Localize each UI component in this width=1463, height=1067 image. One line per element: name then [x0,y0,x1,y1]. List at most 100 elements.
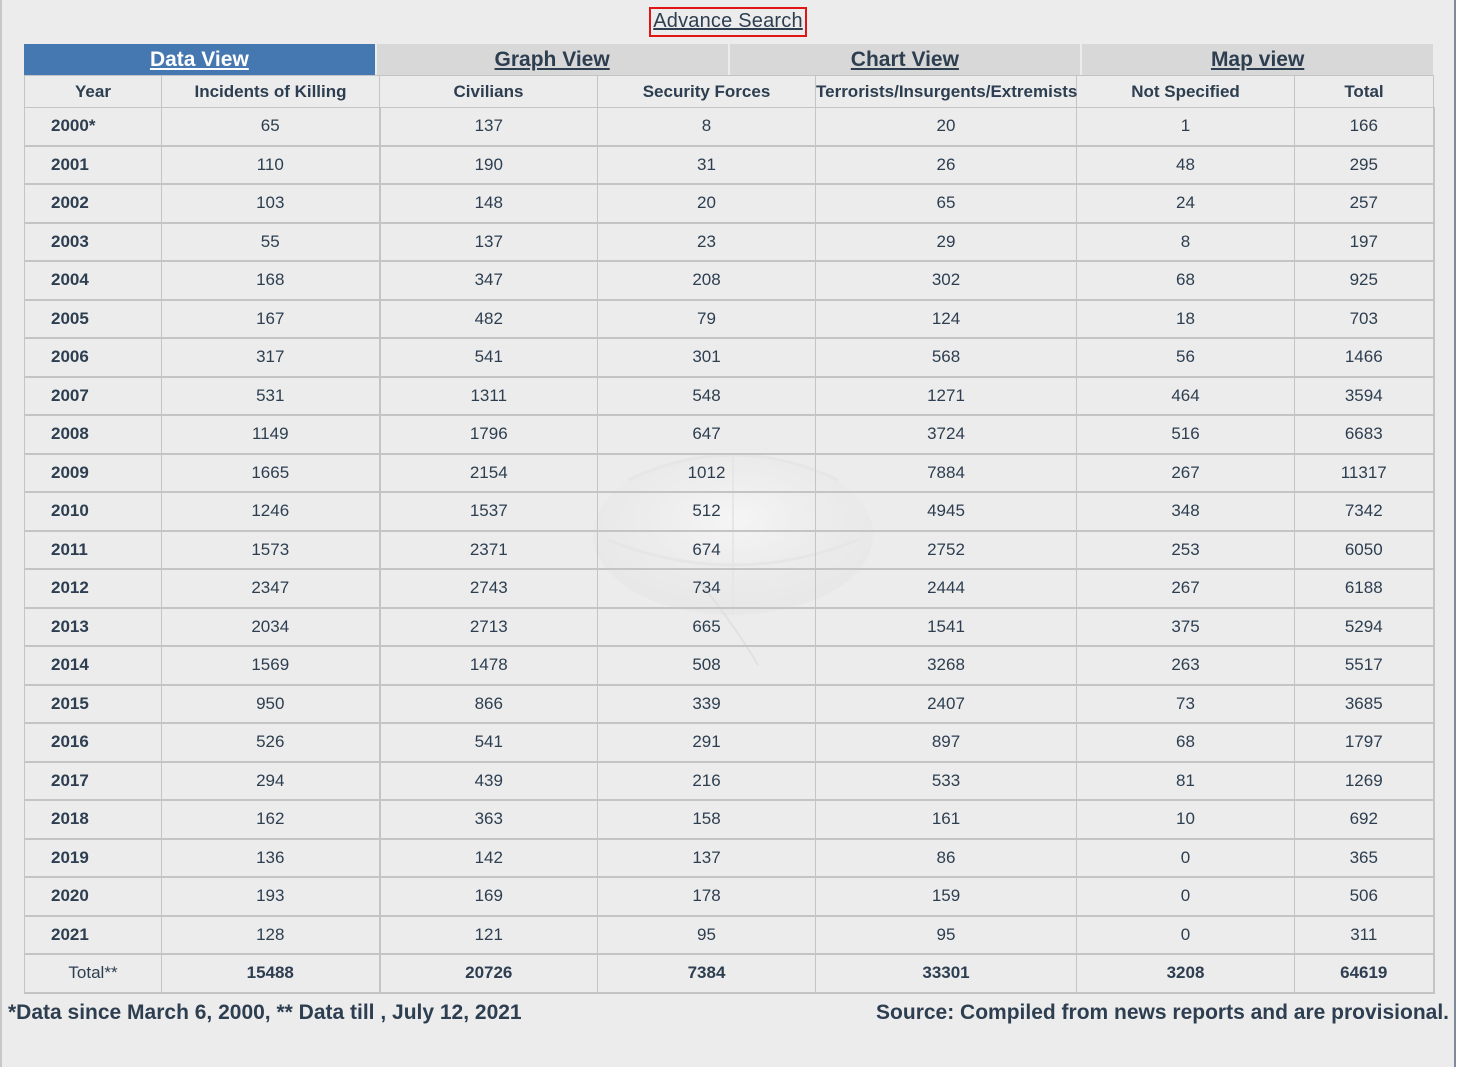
value-cell: 2407 [815,684,1077,724]
value-cell: 124 [815,299,1077,339]
value-cell: 10 [1076,799,1295,839]
table-row: 2016 526 541 291 897 68 1797 [24,722,1435,762]
value-cell: 137 [597,838,816,878]
value-cell: 1797 [1294,722,1435,762]
table-row: 2018 162 363 158 161 10 692 [24,799,1435,839]
year-cell: Total** [24,953,162,993]
value-cell: 137 [379,107,598,146]
value-cell: 142 [379,838,598,878]
value-cell: 692 [1294,799,1435,839]
table-row: 2007 531 1311 548 1271 464 3594 [24,376,1435,416]
total-row: Total** 15488 20726 7384 33301 3208 64619 [24,953,1435,993]
value-cell: 65 [815,183,1077,223]
value-cell: 3208 [1076,953,1295,993]
column-header: Security Forces [597,75,816,108]
value-cell: 526 [161,722,381,762]
column-header: Civilians [379,75,598,108]
value-cell: 506 [1294,876,1435,916]
tab-graph-view[interactable]: Graph View [376,44,730,75]
value-cell: 2034 [161,607,381,647]
value-cell: 267 [1076,453,1295,493]
value-cell: 1537 [379,491,598,531]
value-cell: 365 [1294,838,1435,878]
value-cell: 55 [161,222,381,262]
value-cell: 439 [379,761,598,801]
value-cell: 20 [597,183,816,223]
value-cell: 7384 [597,953,816,993]
value-cell: 348 [1076,491,1295,531]
value-cell: 1149 [161,414,381,454]
value-cell: 897 [815,722,1077,762]
value-cell: 375 [1076,607,1295,647]
left-border [0,0,2,1067]
value-cell: 1271 [815,376,1077,416]
value-cell: 1541 [815,607,1077,647]
value-cell: 65 [161,107,381,146]
advance-search-link[interactable]: Advance Search [649,7,807,37]
table-row: 2019 136 142 137 86 0 365 [24,838,1435,878]
advance-search-wrap: Advance Search [0,7,1456,37]
value-cell: 29 [815,222,1077,262]
value-cell: 5517 [1294,645,1435,685]
value-cell: 3724 [815,414,1077,454]
value-cell: 178 [597,876,816,916]
value-cell: 6050 [1294,530,1435,570]
tab-data-view[interactable]: Data View [24,44,377,75]
column-header: Not Specified [1076,75,1295,108]
value-cell: 216 [597,761,816,801]
table-row: 2001 110 190 31 26 48 295 [24,145,1435,185]
value-cell: 2347 [161,568,381,608]
value-cell: 8 [1076,222,1295,262]
table-row: 2013 2034 2713 665 1541 375 5294 [24,607,1435,647]
value-cell: 294 [161,761,381,801]
value-cell: 103 [161,183,381,223]
value-cell: 73 [1076,684,1295,724]
value-cell: 169 [379,876,598,916]
year-cell: 2011 [24,530,162,570]
year-cell: 2006 [24,337,162,377]
value-cell: 79 [597,299,816,339]
value-cell: 1466 [1294,337,1435,377]
value-cell: 1569 [161,645,381,685]
table-row: 2017 294 439 216 533 81 1269 [24,761,1435,801]
value-cell: 1 [1076,107,1295,146]
year-cell: 2014 [24,645,162,685]
value-cell: 128 [161,915,381,955]
value-cell: 291 [597,722,816,762]
table-row: 2008 1149 1796 647 3724 516 6683 [24,414,1435,454]
value-cell: 2371 [379,530,598,570]
value-cell: 8 [597,107,816,146]
footer-note: *Data since March 6, 2000, ** Data till … [8,1001,522,1024]
year-cell: 2005 [24,299,162,339]
value-cell: 317 [161,337,381,377]
value-cell: 533 [815,761,1077,801]
tab-map-view[interactable]: Map view [1082,44,1433,75]
year-cell: 2000* [24,107,162,146]
table-row: 2021 128 121 95 95 0 311 [24,915,1435,955]
value-cell: 1246 [161,491,381,531]
value-cell: 302 [815,260,1077,300]
table-row: 2000* 65 137 8 20 1 166 [24,107,1435,146]
table-body: 2000* 65 137 8 20 1 166 2001 110 190 31 26 48 295 2002… [24,107,1435,993]
value-cell: 734 [597,568,816,608]
value-cell: 20726 [379,953,598,993]
fatalities-table: Year Incidents of Killing Civilians Securit… [24,75,1435,994]
value-cell: 20 [815,107,1077,146]
value-cell: 253 [1076,530,1295,570]
table-row: 2004 168 347 208 302 68 925 [24,260,1435,300]
value-cell: 0 [1076,915,1295,955]
right-border [1454,0,1463,1067]
value-cell: 136 [161,838,381,878]
value-cell: 703 [1294,299,1435,339]
value-cell: 31 [597,145,816,185]
value-cell: 1796 [379,414,598,454]
value-cell: 148 [379,183,598,223]
column-header: Terrorists/Insurgents/Extremists [815,75,1077,108]
year-cell: 2004 [24,260,162,300]
year-cell: 2002 [24,183,162,223]
tab-chart-view[interactable]: Chart View [729,44,1083,75]
column-header: Year [24,75,162,108]
value-cell: 110 [161,145,381,185]
table-row: 2020 193 169 178 159 0 506 [24,876,1435,916]
value-cell: 925 [1294,260,1435,300]
